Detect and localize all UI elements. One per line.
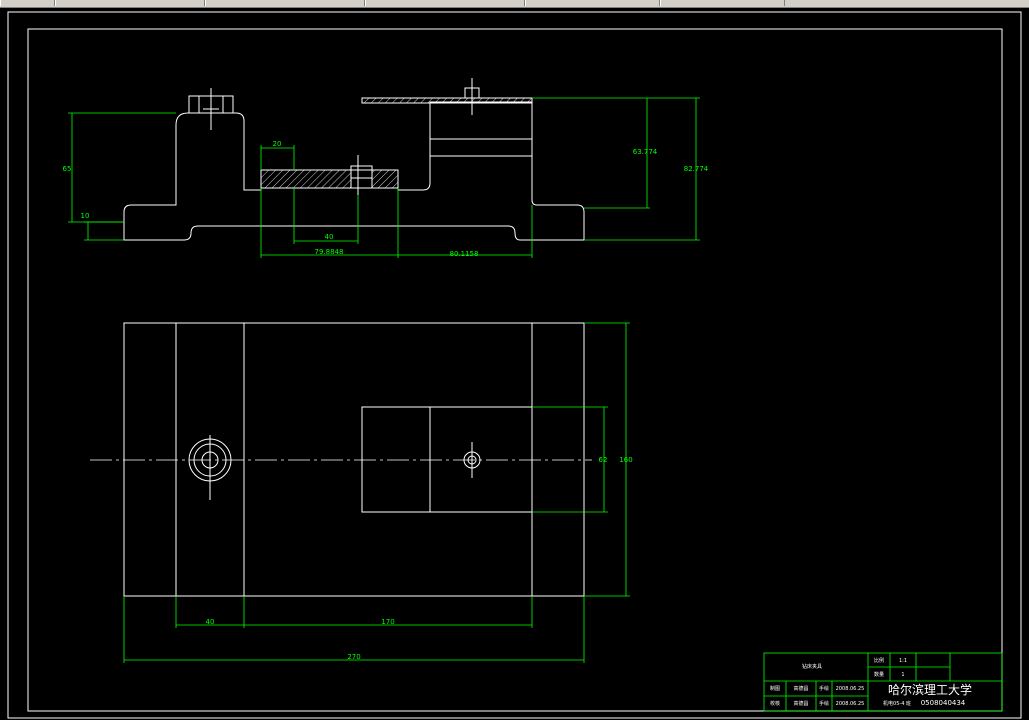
top-view-dimension-text: 62 160 40 170 270: [206, 456, 633, 661]
scale-label: 比例: [874, 657, 884, 664]
toolbar-segment[interactable]: [0, 0, 55, 6]
scale-value: 1:1: [899, 658, 907, 664]
outer-drawing-border: [7, 11, 1022, 719]
toolbar-segment[interactable]: [55, 0, 205, 6]
dim-20: 20: [273, 140, 282, 148]
dim-40-side: 40: [325, 233, 334, 241]
inner-drawing-frame: [27, 28, 1003, 712]
side-view: [123, 78, 585, 241]
drawn-name: 高德昌: [793, 685, 808, 692]
drawn-date: 2008.06.25: [836, 686, 865, 692]
dim-10: 10: [81, 212, 90, 220]
top-view-dimensions: [123, 322, 630, 663]
dim-62: 62: [599, 456, 608, 464]
toolbar-segment[interactable]: [660, 0, 785, 6]
dim-270: 270: [347, 653, 360, 661]
toolbar-segment[interactable]: [525, 0, 660, 6]
class-code: 机电05-4 班: [883, 700, 911, 707]
workpiece-section-right: [371, 169, 399, 189]
workpiece-section-left: [260, 169, 352, 189]
dim-65: 65: [63, 165, 72, 173]
cad-drawing-canvas[interactable]: 65 10 20 40 79.8848 80.1158 63.774 82.77…: [0, 8, 1029, 720]
dim-160: 160: [619, 456, 632, 464]
drawn-flag: 手绘: [819, 685, 829, 692]
top-view-base-outline: [123, 322, 585, 597]
student-id: 0508040434: [921, 699, 966, 707]
locating-pin: [350, 165, 373, 189]
dim-79: 79.8848: [315, 248, 344, 256]
checked-name: 高德昌: [793, 700, 808, 707]
drill-plate-plan: [361, 406, 533, 513]
dim-40-top: 40: [206, 618, 215, 626]
dim-63: 63.774: [633, 148, 658, 156]
checked-date: 2008.06.25: [836, 701, 865, 707]
dim-82: 82.774: [684, 165, 709, 173]
dim-80: 80.1158: [450, 250, 479, 258]
top-view: [123, 322, 585, 597]
toolbar-segment[interactable]: [365, 0, 525, 6]
dim-170: 170: [381, 618, 394, 626]
university-name: 哈尔滨理工大学: [888, 682, 972, 697]
qty-label: 数量: [874, 671, 884, 678]
title-block-text: 钻床夹具 比例 1:1 数量 1 制图 高德昌 手绘 2008.06.25 校核…: [770, 657, 972, 707]
drill-plate-section: [361, 97, 533, 104]
drawing-name: 钻床夹具: [802, 663, 822, 670]
toolbar-segment[interactable]: [205, 0, 365, 6]
side-view-base-outline: [123, 101, 585, 241]
checked-label: 校核: [770, 700, 780, 707]
checked-flag: 手绘: [819, 700, 829, 707]
application-toolbar-strip: [0, 0, 1029, 8]
drawn-label: 制图: [770, 685, 780, 692]
qty-value: 1: [901, 672, 904, 678]
